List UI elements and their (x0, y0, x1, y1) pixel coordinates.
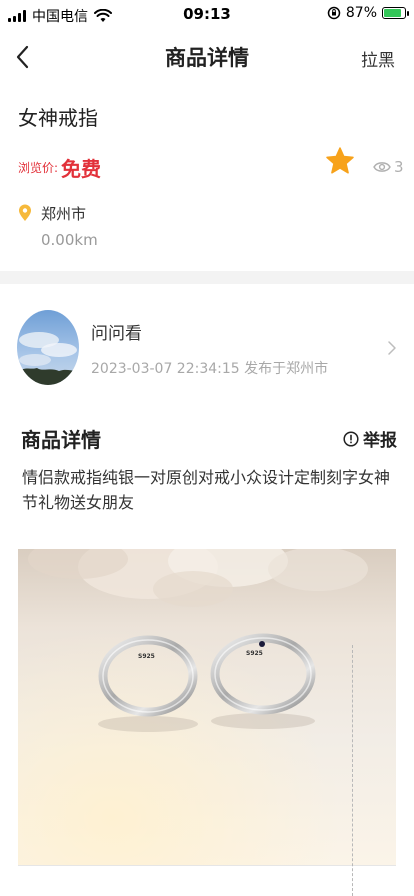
product-title: 女神戒指 (18, 106, 98, 130)
battery-fill (384, 9, 401, 17)
price-value: 免费 (61, 157, 101, 181)
section-divider (0, 271, 414, 284)
location-distance: 0.00km (41, 231, 98, 249)
location-pin-icon (19, 204, 31, 221)
product-image[interactable]: S925 S925 (18, 549, 396, 865)
avatar[interactable] (17, 310, 79, 385)
chevron-right-icon[interactable] (386, 339, 398, 357)
seller-name[interactable]: 问问看 (91, 319, 142, 344)
view-count: 3 (394, 158, 404, 176)
status-right: 87% (327, 5, 409, 21)
battery-percent: 87% (345, 5, 377, 21)
report-button[interactable]: 举报 (343, 426, 397, 451)
location-city: 郑州市 (41, 205, 87, 223)
seller-post-meta: 2023-03-07 22:34:15 发布于郑州市 (91, 361, 329, 377)
ring-engraving-left: S925 (138, 653, 155, 660)
ring-engraving-right: S925 (246, 650, 263, 657)
dashed-guide-line (352, 645, 353, 896)
block-button[interactable]: 拉黑 (361, 46, 395, 71)
page-title: 商品详情 (165, 46, 249, 70)
status-bar: 中国电信 09:13 87% (0, 0, 414, 30)
image-bottom-border (18, 865, 396, 866)
details-heading: 商品详情 (21, 428, 101, 452)
battery-icon (382, 7, 409, 19)
report-label: 举报 (363, 431, 397, 451)
nav-bar: 商品详情 拉黑 (0, 30, 414, 84)
product-description: 情侣款戒指纯银一对原创对戒小众设计定制刻字女神节礼物送女朋友 (22, 468, 391, 512)
rotation-lock-icon (327, 6, 341, 20)
price-label: 浏览价: (18, 161, 59, 175)
alert-circle-icon (343, 430, 359, 447)
eye-icon (373, 162, 391, 172)
star-icon[interactable] (325, 146, 355, 176)
